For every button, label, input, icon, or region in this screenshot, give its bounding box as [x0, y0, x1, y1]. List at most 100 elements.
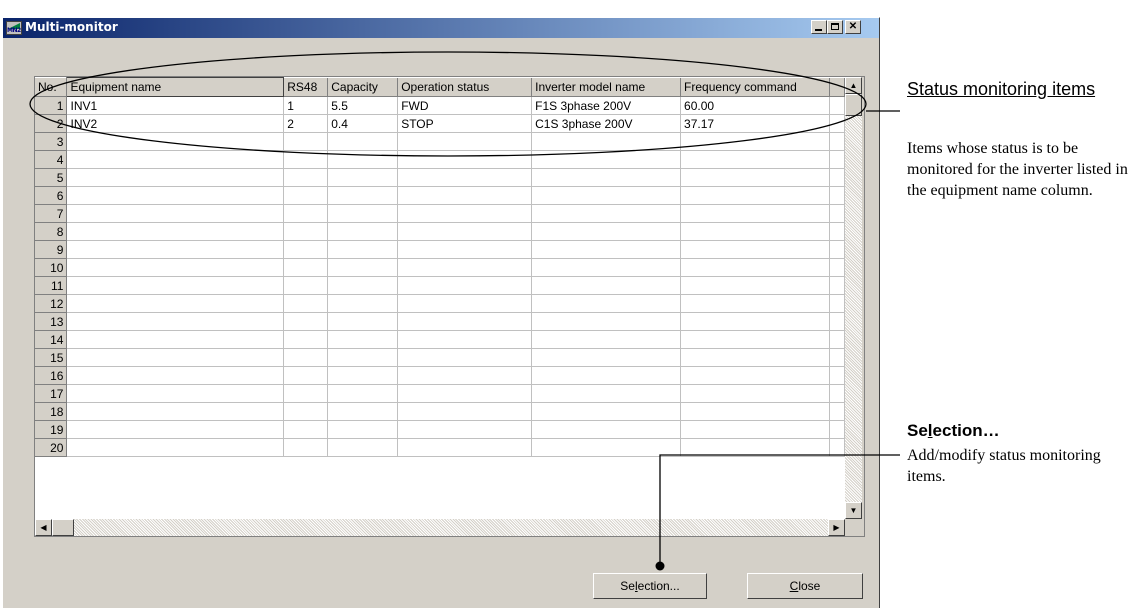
equipment-name-cell[interactable] — [66, 330, 285, 349]
frequency-command-cell[interactable] — [680, 204, 830, 223]
table-row[interactable]: 12 — [35, 294, 846, 313]
row-number-cell[interactable]: 12 — [35, 294, 68, 313]
equipment-name-cell[interactable] — [66, 402, 285, 421]
table-row[interactable]: 20 — [35, 438, 846, 457]
inverter-model-cell[interactable] — [531, 330, 682, 349]
capacity-cell[interactable] — [327, 330, 399, 349]
horizontal-scroll-thumb[interactable] — [52, 519, 74, 536]
frequency-command-cell[interactable] — [680, 312, 830, 331]
row-number-cell[interactable]: 5 — [35, 168, 68, 187]
equipment-name-cell[interactable] — [66, 204, 285, 223]
close-window-button[interactable]: ✕ — [845, 20, 861, 34]
inverter-model-cell[interactable] — [531, 438, 682, 457]
frequency-command-cell[interactable] — [680, 420, 830, 439]
frequency-command-cell[interactable] — [680, 150, 830, 169]
capacity-cell[interactable] — [327, 348, 399, 367]
capacity-cell[interactable] — [327, 150, 399, 169]
equipment-name-cell[interactable] — [66, 186, 285, 205]
rs48-cell[interactable] — [283, 276, 329, 295]
rs48-cell[interactable] — [283, 294, 329, 313]
capacity-cell[interactable]: 0.4 — [327, 114, 399, 133]
table-row[interactable]: 4 — [35, 150, 846, 169]
operation-status-cell[interactable] — [397, 366, 533, 385]
rs48-cell[interactable] — [283, 222, 329, 241]
equipment-name-cell[interactable] — [66, 132, 285, 151]
row-number-cell[interactable]: 1 — [35, 96, 68, 115]
operation-status-cell[interactable] — [397, 186, 533, 205]
row-number-cell[interactable]: 9 — [35, 240, 68, 259]
minimize-button[interactable] — [811, 20, 827, 34]
frequency-command-cell[interactable] — [680, 168, 830, 187]
row-number-cell[interactable]: 19 — [35, 420, 68, 439]
rs48-cell[interactable] — [283, 402, 329, 421]
table-row[interactable]: 18 — [35, 402, 846, 421]
capacity-cell[interactable] — [327, 240, 399, 259]
scroll-left-button[interactable]: ◀ — [35, 519, 52, 536]
equipment-name-cell[interactable]: INV1 — [66, 96, 285, 115]
capacity-cell[interactable] — [327, 402, 399, 421]
rs48-cell[interactable] — [283, 168, 329, 187]
table-row[interactable]: 19 — [35, 420, 846, 439]
frequency-command-cell[interactable] — [680, 366, 830, 385]
inverter-model-cell[interactable] — [531, 240, 682, 259]
operation-status-cell[interactable] — [397, 204, 533, 223]
operation-status-cell[interactable] — [397, 132, 533, 151]
table-row[interactable]: 8 — [35, 222, 846, 241]
table-row[interactable]: 1 INV1 1 5.5 FWD F1S 3phase 200V 60.00 — [35, 96, 846, 115]
inverter-model-cell[interactable] — [531, 276, 682, 295]
rs48-cell[interactable] — [283, 438, 329, 457]
capacity-cell[interactable] — [327, 366, 399, 385]
close-button[interactable]: Close — [747, 573, 863, 599]
maximize-button[interactable] — [827, 20, 843, 34]
table-row[interactable]: 6 — [35, 186, 846, 205]
rs48-cell[interactable] — [283, 186, 329, 205]
frequency-command-cell[interactable] — [680, 402, 830, 421]
operation-status-cell[interactable] — [397, 312, 533, 331]
frequency-command-cell[interactable] — [680, 438, 830, 457]
operation-status-cell[interactable] — [397, 384, 533, 403]
operation-status-cell[interactable] — [397, 258, 533, 277]
operation-status-cell[interactable] — [397, 240, 533, 259]
row-number-cell[interactable]: 11 — [35, 276, 68, 295]
rs48-cell[interactable] — [283, 258, 329, 277]
inverter-model-cell[interactable] — [531, 222, 682, 241]
rs48-cell[interactable] — [283, 348, 329, 367]
header-col-no[interactable]: No. — [35, 77, 68, 97]
operation-status-cell[interactable] — [397, 330, 533, 349]
frequency-command-cell[interactable] — [680, 348, 830, 367]
operation-status-cell[interactable] — [397, 402, 533, 421]
vertical-scrollbar[interactable]: ▲ ▼ — [845, 77, 862, 519]
inverter-model-cell[interactable] — [531, 132, 682, 151]
header-col-capacity[interactable]: Capacity — [327, 77, 399, 97]
table-row[interactable]: 17 — [35, 384, 846, 403]
frequency-command-cell[interactable] — [680, 384, 830, 403]
capacity-cell[interactable] — [327, 384, 399, 403]
capacity-cell[interactable] — [327, 438, 399, 457]
equipment-name-cell[interactable] — [66, 348, 285, 367]
equipment-name-cell[interactable] — [66, 258, 285, 277]
operation-status-cell[interactable] — [397, 438, 533, 457]
operation-status-cell[interactable] — [397, 420, 533, 439]
table-row[interactable]: 16 — [35, 366, 846, 385]
capacity-cell[interactable] — [327, 186, 399, 205]
inverter-model-cell[interactable] — [531, 402, 682, 421]
inverter-model-cell[interactable] — [531, 384, 682, 403]
table-row[interactable]: 10 — [35, 258, 846, 277]
table-row[interactable]: 7 — [35, 204, 846, 223]
inverter-model-cell[interactable]: F1S 3phase 200V — [531, 96, 682, 115]
vertical-scroll-thumb[interactable] — [845, 94, 862, 116]
equipment-name-cell[interactable] — [66, 312, 285, 331]
inverter-model-cell[interactable] — [531, 150, 682, 169]
inverter-model-cell[interactable] — [531, 366, 682, 385]
table-row[interactable]: 5 — [35, 168, 846, 187]
row-number-cell[interactable]: 10 — [35, 258, 68, 277]
inverter-model-cell[interactable] — [531, 294, 682, 313]
operation-status-cell[interactable] — [397, 150, 533, 169]
equipment-name-cell[interactable] — [66, 150, 285, 169]
capacity-cell[interactable] — [327, 204, 399, 223]
rs48-cell[interactable] — [283, 150, 329, 169]
header-col-frequency-command[interactable]: Frequency command — [680, 77, 830, 97]
equipment-name-cell[interactable] — [66, 240, 285, 259]
table-row[interactable]: 15 — [35, 348, 846, 367]
scroll-right-button[interactable]: ▶ — [828, 519, 845, 536]
